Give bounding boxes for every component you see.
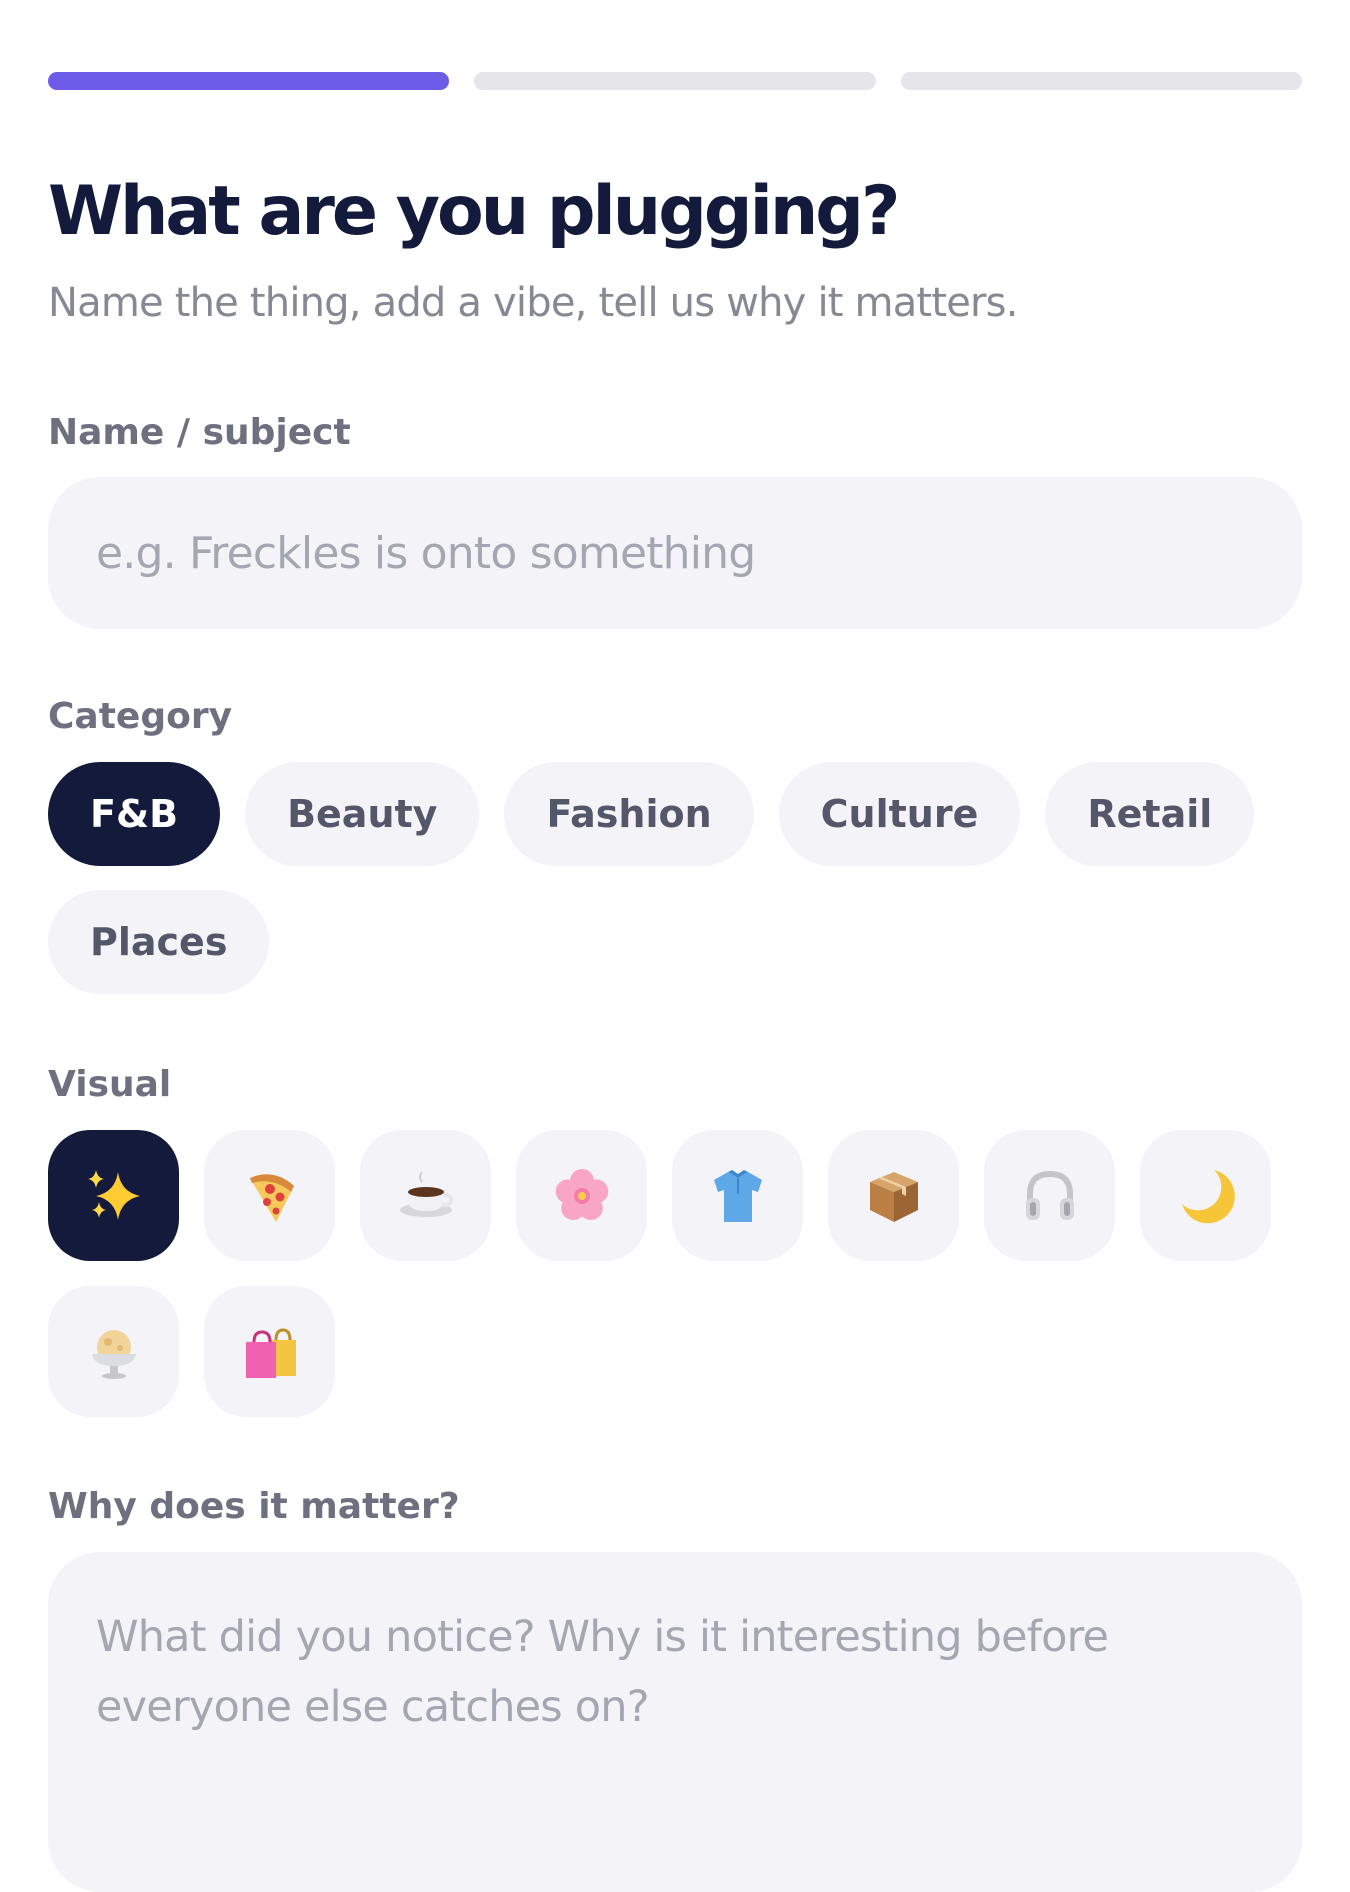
visual-picker bbox=[48, 1130, 1302, 1417]
shopping-bags-icon bbox=[245, 1327, 296, 1378]
visual-option-headphones[interactable] bbox=[984, 1130, 1115, 1261]
category-chip-retail[interactable]: Retail bbox=[1045, 762, 1255, 866]
progress-bar bbox=[48, 72, 1302, 90]
visual-option-shopping-bags[interactable] bbox=[204, 1286, 335, 1417]
cherry-blossom-icon bbox=[555, 1168, 608, 1220]
progress-step-3 bbox=[900, 72, 1302, 90]
progress-step-1 bbox=[48, 72, 450, 90]
category-chip-culture[interactable]: Culture bbox=[778, 762, 1021, 866]
visual-option-sparkles[interactable] bbox=[48, 1130, 179, 1261]
visual-option-shirt[interactable] bbox=[672, 1130, 803, 1261]
category-chip-fashion[interactable]: Fashion bbox=[504, 762, 754, 866]
category-chip-fnb[interactable]: F&B bbox=[48, 762, 221, 866]
visual-label: Visual bbox=[48, 1064, 172, 1105]
ice-cream-icon bbox=[91, 1329, 136, 1379]
headphones-icon bbox=[1025, 1170, 1074, 1220]
visual-option-coffee[interactable] bbox=[360, 1130, 491, 1261]
category-label: Category bbox=[48, 696, 233, 737]
visual-option-cherry-blossom[interactable] bbox=[516, 1130, 647, 1261]
progress-step-2 bbox=[474, 72, 876, 90]
visual-option-package[interactable] bbox=[828, 1130, 959, 1261]
page-subtitle: Name the thing, add a vibe, tell us why … bbox=[48, 280, 1018, 326]
package-icon bbox=[869, 1171, 918, 1222]
visual-option-ice-cream[interactable] bbox=[48, 1286, 179, 1417]
visual-option-crescent-moon[interactable] bbox=[1140, 1130, 1271, 1261]
category-chip-places[interactable]: Places bbox=[48, 890, 270, 994]
why-label: Why does it matter? bbox=[48, 1486, 460, 1527]
plug-form-page: What are you plugging? Name the thing, a… bbox=[48, 0, 1302, 1892]
category-chip-beauty[interactable]: Beauty bbox=[245, 762, 480, 866]
coffee-icon bbox=[399, 1170, 453, 1217]
visual-option-pizza[interactable] bbox=[204, 1130, 335, 1261]
why-textarea[interactable] bbox=[48, 1552, 1302, 1892]
crescent-moon-icon bbox=[1181, 1169, 1235, 1223]
sparkles-icon bbox=[87, 1169, 140, 1220]
name-subject-label: Name / subject bbox=[48, 412, 351, 453]
pizza-icon bbox=[249, 1173, 294, 1222]
shirt-icon bbox=[713, 1169, 762, 1222]
page-title: What are you plugging? bbox=[48, 172, 900, 251]
category-chip-group: F&B Beauty Fashion Culture Retail Places bbox=[48, 762, 1268, 994]
name-subject-input[interactable] bbox=[48, 477, 1302, 629]
